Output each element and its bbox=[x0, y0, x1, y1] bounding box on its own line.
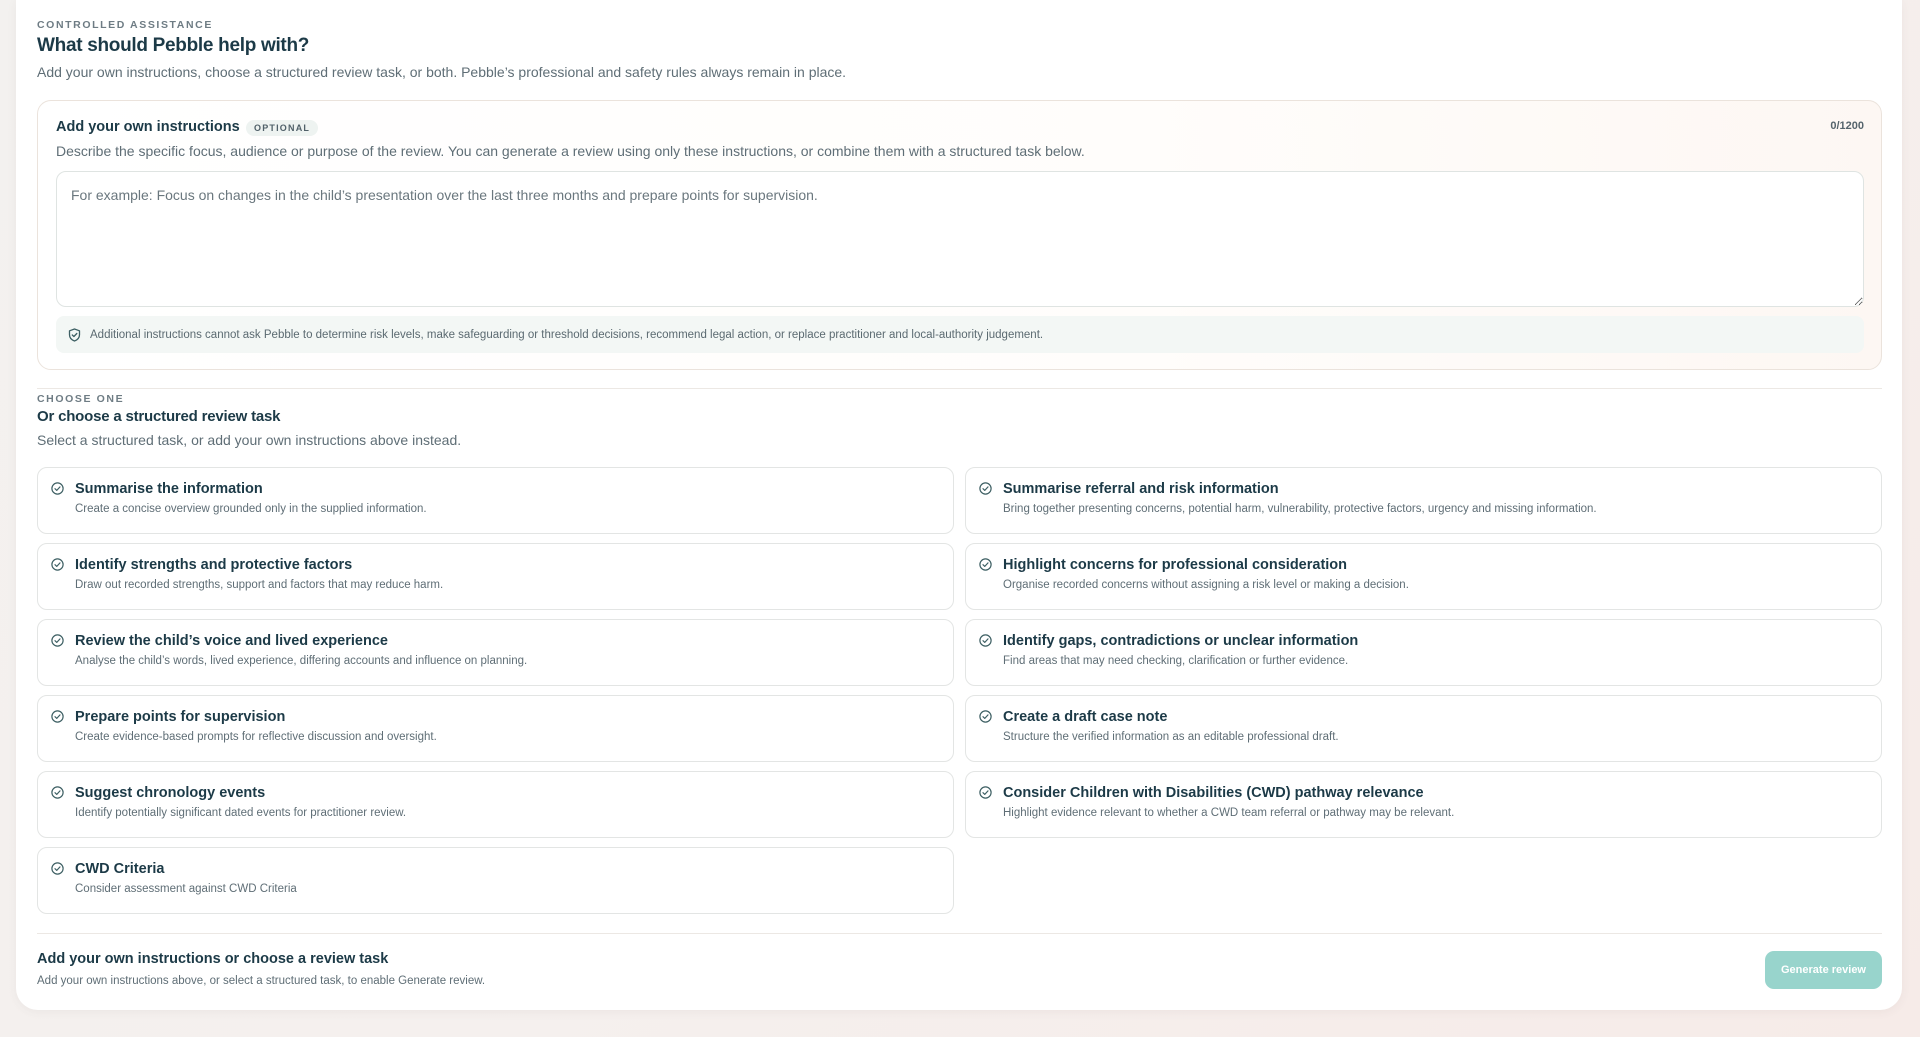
footer-divider bbox=[37, 933, 1882, 934]
review-task-description: Find areas that may need checking, clari… bbox=[1003, 655, 1349, 667]
review-task-description: Organise recorded concerns without assig… bbox=[1003, 579, 1409, 591]
review-task-title: Prepare points for supervision bbox=[75, 709, 286, 725]
page-subtitle: Add your own instructions, choose a stru… bbox=[37, 64, 847, 80]
safety-notice: Additional instructions cannot ask Pebbl… bbox=[56, 316, 1864, 353]
review-task-option[interactable]: Review the child’s voice and lived exper… bbox=[37, 619, 954, 686]
review-task-title: Summarise referral and risk information bbox=[1003, 481, 1279, 497]
check-circle-icon bbox=[979, 482, 992, 495]
check-circle-icon bbox=[979, 710, 992, 723]
review-task-title: Identify strengths and protective factor… bbox=[75, 557, 353, 573]
safety-notice-text: Additional instructions cannot ask Pebbl… bbox=[90, 328, 1044, 341]
section-eyebrow: CONTROLLED ASSISTANCE bbox=[37, 19, 213, 31]
footer-subtitle: Add your own instructions above, or sele… bbox=[37, 975, 486, 987]
review-task-option[interactable]: Summarise referral and risk information B… bbox=[965, 467, 1882, 534]
character-count: 0/1200 bbox=[1830, 120, 1864, 132]
review-task-description: Bring together presenting concerns, pote… bbox=[1003, 503, 1597, 515]
generate-review-button[interactable]: Generate review bbox=[1765, 951, 1882, 989]
tasks-section-subtitle: Select a structured task, or add your ow… bbox=[37, 432, 462, 448]
review-task-option[interactable]: CWD Criteria Consider assessment against … bbox=[37, 847, 954, 914]
review-task-option[interactable]: Identify strengths and protective factor… bbox=[37, 543, 954, 610]
check-circle-icon bbox=[51, 710, 64, 723]
review-task-grid: Summarise the information Create a concis… bbox=[37, 467, 1882, 914]
own-instructions-description: Describe the specific focus, audience or… bbox=[56, 143, 1085, 159]
review-task-option[interactable]: Consider Children with Disabilities (CWD… bbox=[965, 771, 1882, 838]
footer-title: Add your own instructions or choose a re… bbox=[37, 951, 389, 967]
own-instructions-title: Add your own instructions bbox=[56, 119, 240, 135]
review-task-title: Highlight concerns for professional cons… bbox=[1003, 557, 1348, 573]
check-circle-icon bbox=[51, 482, 64, 495]
check-circle-icon bbox=[51, 786, 64, 799]
review-task-description: Structure the verified information as an… bbox=[1003, 731, 1339, 743]
review-task-description: Draw out recorded strengths, support and… bbox=[75, 579, 444, 591]
controlled-assistance-panel: CONTROLLED ASSISTANCE What should Pebble… bbox=[16, 0, 1902, 1010]
review-task-description: Create a concise overview grounded only … bbox=[75, 503, 427, 515]
review-task-description: Create evidence-based prompts for reflec… bbox=[75, 731, 437, 743]
check-circle-icon bbox=[51, 558, 64, 571]
review-task-option[interactable]: Highlight concerns for professional cons… bbox=[965, 543, 1882, 610]
tasks-section-title: Or choose a structured review task bbox=[37, 408, 281, 425]
review-task-title: Identify gaps, contradictions or unclear… bbox=[1003, 633, 1359, 649]
page-title: What should Pebble help with? bbox=[37, 35, 310, 56]
check-circle-icon bbox=[51, 862, 64, 875]
review-task-description: Identify potentially significant dated e… bbox=[75, 807, 407, 819]
review-task-description: Highlight evidence relevant to whether a… bbox=[1003, 807, 1455, 819]
review-task-title: Suggest chronology events bbox=[75, 785, 266, 801]
review-task-description: Analyse the child’s words, lived experie… bbox=[75, 655, 528, 667]
own-instructions-textarea[interactable] bbox=[56, 171, 1864, 307]
review-task-option[interactable]: Prepare points for supervision Create evi… bbox=[37, 695, 954, 762]
check-circle-icon bbox=[979, 786, 992, 799]
review-task-title: Review the child’s voice and lived exper… bbox=[75, 633, 388, 649]
review-task-option[interactable]: Create a draft case note Structure the ve… bbox=[965, 695, 1882, 762]
section-divider bbox=[37, 388, 1882, 389]
check-circle-icon bbox=[51, 634, 64, 647]
check-circle-icon bbox=[979, 634, 992, 647]
optional-badge: OPTIONAL bbox=[246, 120, 319, 136]
review-task-title: CWD Criteria bbox=[75, 861, 165, 877]
review-task-title: Consider Children with Disabilities (CWD… bbox=[1003, 785, 1424, 801]
review-task-option[interactable]: Suggest chronology events Identify potent… bbox=[37, 771, 954, 838]
review-task-option[interactable]: Identify gaps, contradictions or unclear… bbox=[965, 619, 1882, 686]
choose-one-eyebrow: CHOOSE ONE bbox=[37, 393, 125, 405]
review-task-option[interactable]: Summarise the information Create a concis… bbox=[37, 467, 954, 534]
review-task-title: Summarise the information bbox=[75, 481, 263, 497]
own-instructions-card: Add your own instructions OPTIONAL 0/120… bbox=[37, 100, 1882, 370]
review-task-title: Create a draft case note bbox=[1003, 709, 1168, 725]
review-task-description: Consider assessment against CWD Criteria bbox=[75, 883, 297, 895]
shield-check-icon bbox=[68, 327, 81, 342]
check-circle-icon bbox=[979, 558, 992, 571]
